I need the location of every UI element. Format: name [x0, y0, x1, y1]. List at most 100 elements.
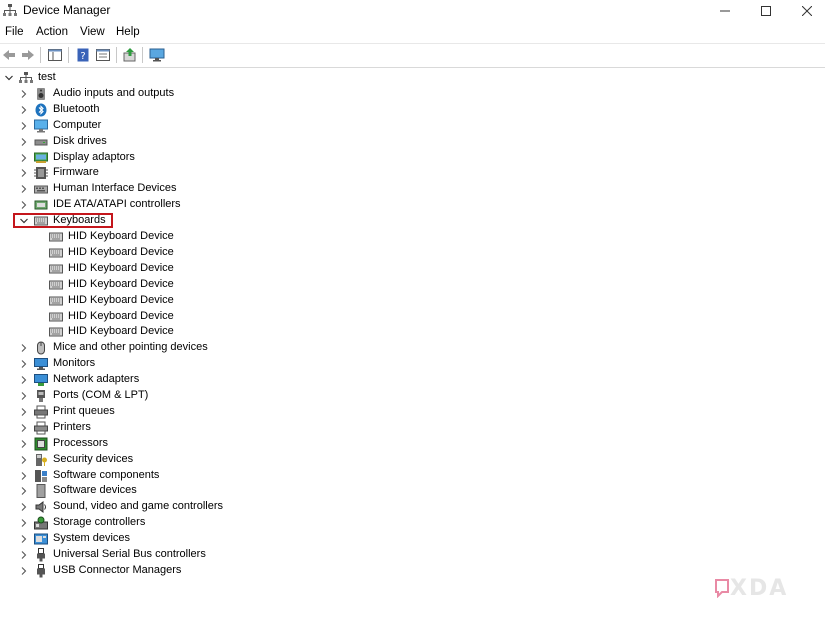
back-button[interactable] [1, 47, 17, 63]
tree-category-item[interactable]: Audio inputs and outputs [0, 86, 400, 101]
hid-icon [34, 182, 48, 196]
properties-button[interactable] [95, 47, 111, 63]
tree-category-item[interactable]: Human Interface Devices [0, 181, 400, 196]
menu-view[interactable]: View [80, 26, 105, 38]
tree-category-item[interactable]: Processors [0, 436, 400, 451]
help-icon: ? [77, 48, 89, 62]
scan-hardware-button[interactable] [149, 47, 165, 63]
tree-category-item[interactable]: Network adapters [0, 372, 400, 387]
tree-category-item[interactable]: IDE ATA/ATAPI controllers [0, 197, 400, 212]
speaker-icon [34, 87, 48, 101]
tree-category-item[interactable]: Sound, video and game controllers [0, 499, 400, 514]
tree-item-label: HID Keyboard Device [68, 245, 174, 258]
print-queue-icon [34, 405, 48, 419]
menu-file[interactable]: File [5, 26, 24, 38]
chevron-right-icon[interactable] [19, 184, 29, 194]
computer-root-icon [19, 71, 33, 85]
tree-root-computer[interactable]: test [0, 70, 400, 85]
properties-icon [96, 49, 110, 61]
tree-item-label: Ports (COM & LPT) [53, 389, 149, 401]
show-hide-console-tree-button[interactable] [47, 47, 63, 63]
tree-category-item[interactable]: Software devices [0, 483, 400, 499]
chevron-right-icon[interactable] [19, 89, 29, 99]
chevron-right-icon[interactable] [19, 534, 29, 544]
chevron-right-icon[interactable] [19, 439, 29, 449]
tree-item-label: Display adaptors [53, 150, 135, 163]
tree-item-label: Audio inputs and outputs [53, 86, 175, 99]
tree-category-item[interactable]: System devices [0, 531, 400, 546]
tree-category-item[interactable]: Mice and other pointing devices [0, 340, 400, 355]
chevron-right-icon[interactable] [19, 391, 29, 401]
forward-button[interactable] [20, 47, 36, 63]
chevron-right-icon[interactable] [19, 423, 29, 433]
tree-item-label: Mice and other pointing devices [53, 341, 208, 354]
tree-item-label: Software devices [53, 484, 137, 497]
chevron-down-icon[interactable] [4, 73, 14, 83]
software-component-icon [34, 469, 48, 483]
svg-text:?: ? [80, 51, 85, 62]
chevron-right-icon[interactable] [19, 455, 29, 465]
tree-device-item[interactable]: HID Keyboard Device [0, 309, 400, 324]
minimize-button[interactable] [705, 0, 745, 22]
tree-category-item[interactable]: Disk drives [0, 134, 400, 149]
back-arrow-icon [3, 50, 15, 60]
chevron-right-icon[interactable] [19, 105, 29, 115]
chevron-right-icon[interactable] [19, 200, 29, 210]
chevron-right-icon[interactable] [19, 375, 29, 385]
tree-category-item[interactable]: Computer [0, 118, 400, 133]
tree-category-item[interactable]: USB Connector Managers [0, 563, 400, 578]
tree-category-item[interactable]: Bluetooth [0, 102, 400, 117]
menu-help[interactable]: Help [116, 26, 140, 38]
tree-category-item[interactable]: Firmware [0, 165, 400, 180]
tree-item-label: HID Keyboard Device [68, 325, 174, 338]
update-driver-button[interactable] [122, 47, 138, 63]
tree-category-item[interactable]: Universal Serial Bus controllers [0, 547, 400, 562]
tree-device-item[interactable]: HID Keyboard Device [0, 277, 400, 292]
chevron-right-icon[interactable] [19, 407, 29, 417]
tree-category-item[interactable]: Software components [0, 468, 400, 483]
tree-item-label: Processors [53, 436, 109, 449]
tree-category-item[interactable]: Monitors [0, 356, 400, 371]
chevron-right-icon[interactable] [19, 486, 29, 496]
minimize-icon [720, 10, 730, 12]
bluetooth-icon [34, 103, 48, 117]
tree-category-item[interactable]: Ports (COM & LPT) [0, 388, 400, 403]
tree-category-item[interactable]: Security devices [0, 452, 400, 467]
tree-item-label: Printers [53, 420, 91, 433]
chevron-right-icon[interactable] [19, 343, 29, 353]
system-icon [34, 532, 48, 546]
tree-item-label: HID Keyboard Device [68, 277, 174, 290]
chevron-right-icon[interactable] [19, 121, 29, 131]
chevron-right-icon[interactable] [19, 566, 29, 576]
tree-category-item[interactable]: Print queues [0, 404, 400, 419]
port-icon [34, 389, 48, 403]
chevron-right-icon[interactable] [19, 359, 29, 369]
tree-device-item[interactable]: HID Keyboard Device [0, 261, 400, 276]
tree-category-item[interactable]: Printers [0, 420, 400, 435]
chevron-right-icon[interactable] [19, 137, 29, 147]
tree-item-label: Sound, video and game controllers [53, 500, 223, 513]
tree-category-item[interactable]: Display adaptors [0, 150, 400, 165]
chevron-right-icon[interactable] [19, 471, 29, 481]
tree-item-label: Storage controllers [53, 516, 146, 529]
tree-device-item[interactable]: HID Keyboard Device [0, 245, 400, 260]
chevron-right-icon[interactable] [19, 502, 29, 512]
chevron-right-icon[interactable] [19, 550, 29, 560]
keyboard-icon [49, 278, 63, 292]
tree-device-item[interactable]: HID Keyboard Device [0, 229, 400, 244]
tree-device-item[interactable]: HID Keyboard Device [0, 293, 400, 308]
tree-item-label: HID Keyboard Device [68, 293, 174, 306]
chevron-right-icon[interactable] [19, 518, 29, 528]
tree-item-label: HID Keyboard Device [68, 230, 174, 242]
tree-item-label: Security devices [53, 452, 134, 465]
tree-item-label: Firmware [53, 166, 99, 179]
maximize-button[interactable] [746, 0, 786, 22]
tree-device-item[interactable]: HID Keyboard Device [0, 324, 400, 339]
chevron-right-icon[interactable] [19, 153, 29, 163]
help-button[interactable]: ? [75, 47, 91, 63]
close-button[interactable] [787, 0, 825, 22]
menu-action[interactable]: Action [36, 26, 68, 38]
chevron-right-icon[interactable] [19, 168, 29, 178]
tree-category-item[interactable]: Storage controllers [0, 515, 400, 530]
tree-item-label: USB Connector Managers [53, 563, 182, 576]
